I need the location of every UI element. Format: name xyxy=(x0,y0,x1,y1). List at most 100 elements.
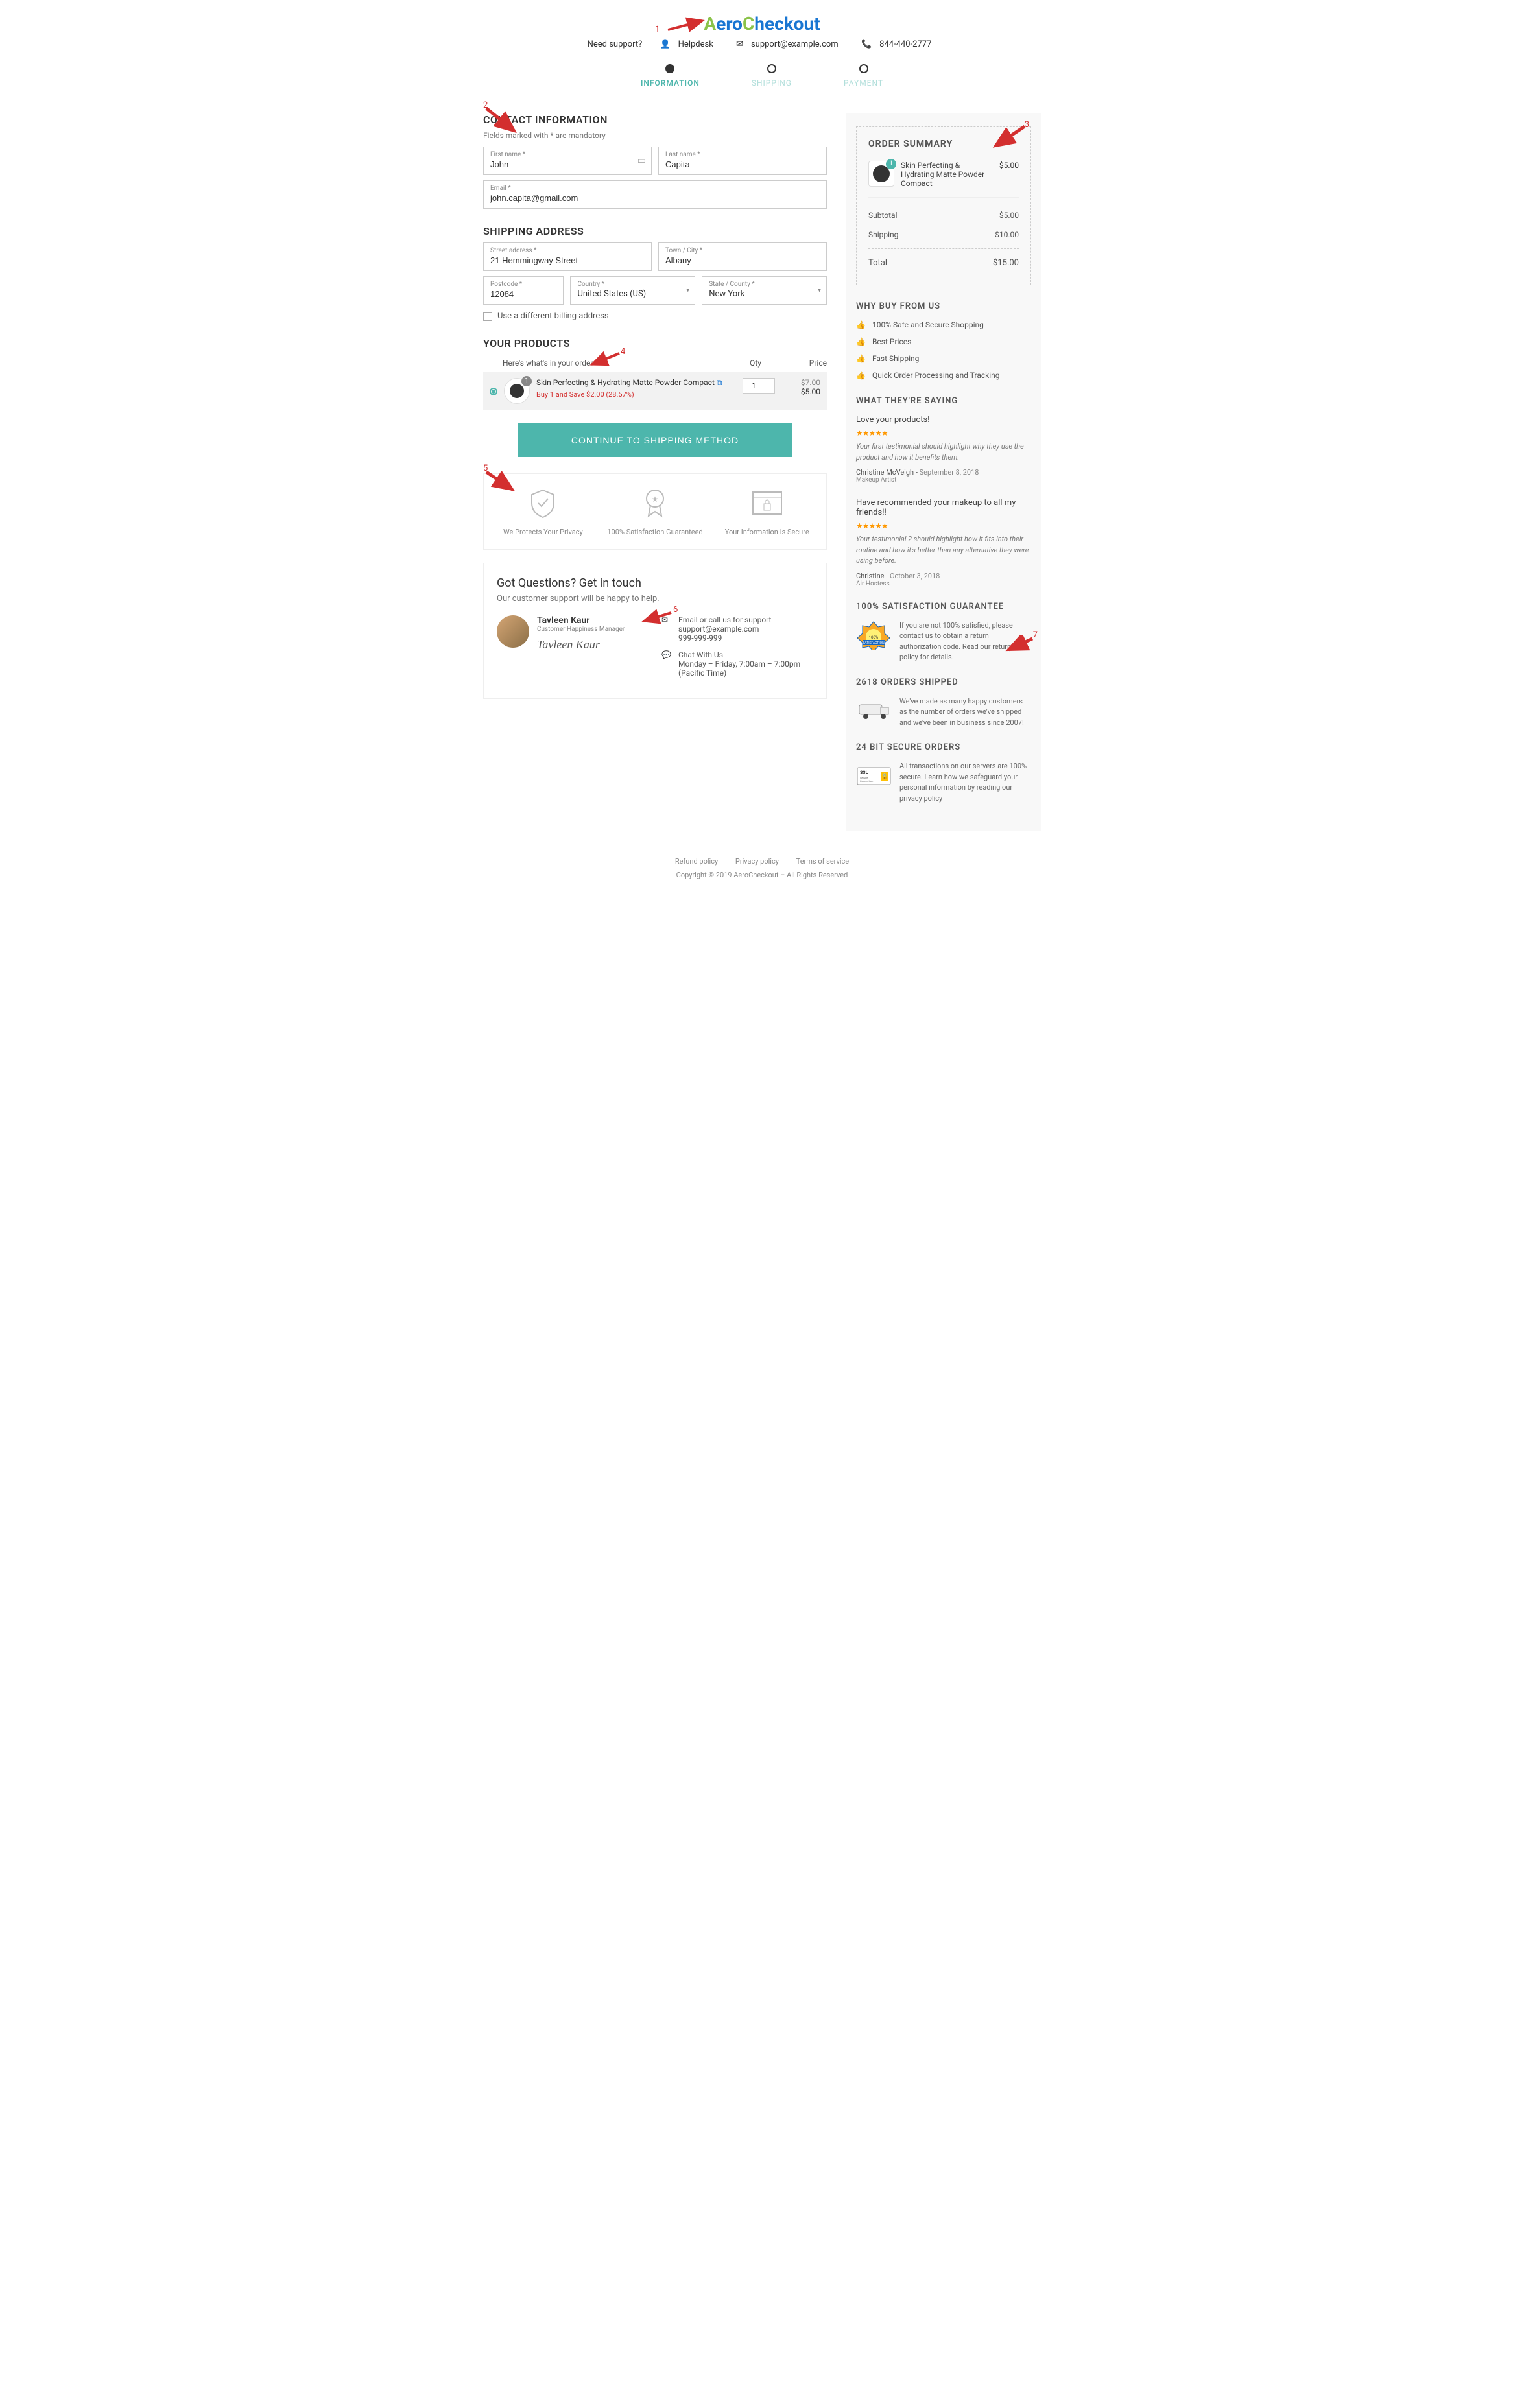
first-name-input[interactable] xyxy=(490,158,645,171)
support-email-link[interactable]: ✉support@example.com xyxy=(731,40,844,49)
qty-input[interactable] xyxy=(743,378,775,394)
header: AeroCheckout Need support? 👤Helpdesk ✉su… xyxy=(483,13,1041,49)
summary-badge: 1 xyxy=(886,159,896,169)
footer-link-refund[interactable]: Refund policy xyxy=(675,857,718,866)
subtotal-value: $5.00 xyxy=(999,211,1019,220)
signature: Tavleen Kaur xyxy=(537,638,625,652)
contact-box-sub: Our customer support will be happy to he… xyxy=(497,594,813,604)
contact-email[interactable]: support@example.com xyxy=(678,624,771,633)
total-label: Total xyxy=(868,258,887,268)
shield-icon xyxy=(527,487,559,519)
footer: Refund policy Privacy policy Terms of se… xyxy=(483,857,1041,879)
step-information[interactable]: INFORMATION xyxy=(641,64,700,88)
satisfaction-badge-icon: 100%SATISFACTION xyxy=(856,620,892,650)
contact-phone[interactable]: 999-999-999 xyxy=(678,633,771,643)
product-name: Skin Perfecting & Hydrating Matte Powder… xyxy=(536,378,715,387)
subtotal-label: Subtotal xyxy=(868,211,898,220)
shipping-section: SHIPPING ADDRESS Street address * Town /… xyxy=(483,225,827,321)
shipping-label: Shipping xyxy=(868,230,898,239)
street-input[interactable] xyxy=(490,254,645,266)
first-name-field[interactable]: First name * ▭ xyxy=(483,147,652,175)
email-input[interactable] xyxy=(490,192,820,204)
thumb-icon: 👍 xyxy=(856,320,866,329)
progress-bar: INFORMATION SHIPPING PAYMENT xyxy=(483,69,1041,88)
external-link-icon[interactable]: ⧉ xyxy=(717,378,722,387)
product-badge: 1 xyxy=(521,376,532,386)
footer-link-privacy[interactable]: Privacy policy xyxy=(735,857,779,866)
person-role: Customer Happiness Manager xyxy=(537,626,625,633)
contact-section: CONTACT INFORMATION Fields marked with *… xyxy=(483,113,827,209)
testimonial: Love your products! ★★★★★ Your first tes… xyxy=(856,415,1031,484)
shipping-title: SHIPPING ADDRESS xyxy=(483,225,827,237)
products-section: YOUR PRODUCTS Here's what's in your orde… xyxy=(483,337,827,457)
contact-box: Got Questions? Get in touch Our customer… xyxy=(483,563,827,699)
svg-text:🔒: 🔒 xyxy=(881,773,888,779)
thumb-icon: 👍 xyxy=(856,371,866,380)
testimonials-title: WHAT THEY'RE SAYING xyxy=(856,396,1031,406)
last-name-input[interactable] xyxy=(665,158,820,171)
testimonial: Have recommended your makeup to all my f… xyxy=(856,498,1031,587)
city-field[interactable]: Town / City * xyxy=(658,242,827,271)
thumb-icon: 👍 xyxy=(856,337,866,346)
state-select[interactable]: New York xyxy=(709,288,820,300)
summary-product-image: 1 xyxy=(868,161,894,187)
checkbox-icon xyxy=(483,312,492,321)
contact-title: CONTACT INFORMATION xyxy=(483,113,827,126)
person-name: Tavleen Kaur xyxy=(537,615,625,626)
feature-item: 👍Quick Order Processing and Tracking xyxy=(856,371,1031,380)
annotation-2: 2 xyxy=(483,100,488,110)
thumb-icon: 👍 xyxy=(856,354,866,363)
country-field[interactable]: Country *United States (US) xyxy=(570,276,695,305)
star-rating: ★★★★★ xyxy=(856,521,1031,530)
user-icon: 👤 xyxy=(660,40,670,49)
feature-item: 👍Fast Shipping xyxy=(856,354,1031,363)
mail-icon: ✉ xyxy=(736,40,743,49)
chat-icon: 💬 xyxy=(661,650,672,678)
svg-text:Connection: Connection xyxy=(860,779,873,783)
price-old: $7.00 xyxy=(781,378,820,387)
annotation-5: 5 xyxy=(483,464,488,473)
country-select[interactable]: United States (US) xyxy=(577,288,688,300)
email-field[interactable]: Email * xyxy=(483,180,827,209)
price-header: Price xyxy=(781,359,827,368)
svg-text:SATISFACTION: SATISFACTION xyxy=(863,641,885,645)
state-field[interactable]: State / County *New York xyxy=(702,276,827,305)
helpdesk-link[interactable]: 👤Helpdesk xyxy=(654,40,718,49)
svg-text:100%: 100% xyxy=(869,635,879,640)
qty-header: Qty xyxy=(730,359,781,368)
products-title: YOUR PRODUCTS xyxy=(483,337,827,349)
summary-product-name: Skin Perfecting & Hydrating Matte Powder… xyxy=(901,161,993,188)
continue-button[interactable]: CONTINUE TO SHIPPING METHOD xyxy=(518,423,792,457)
mandatory-hint: Fields marked with * are mandatory xyxy=(483,131,827,140)
postcode-field[interactable]: Postcode * xyxy=(483,276,564,305)
svg-text:★: ★ xyxy=(652,495,659,504)
street-field[interactable]: Street address * xyxy=(483,242,652,271)
feature-item: 👍Best Prices xyxy=(856,337,1031,346)
star-rating: ★★★★★ xyxy=(856,429,1031,438)
product-image: 1 xyxy=(504,378,530,404)
footer-link-terms[interactable]: Terms of service xyxy=(796,857,849,866)
guarantee-shipped: 2618 ORDERS SHIPPED We've made as many h… xyxy=(856,678,1031,729)
support-line: Need support? 👤Helpdesk ✉support@example… xyxy=(483,40,1041,49)
why-buy-title: WHY BUY FROM US xyxy=(856,301,1031,311)
ribbon-icon: ★ xyxy=(639,487,671,519)
annotation-7: 7 xyxy=(1033,630,1038,640)
city-input[interactable] xyxy=(665,254,820,266)
product-radio[interactable] xyxy=(490,388,497,395)
why-buy-section: WHY BUY FROM US 👍100% Safe and Secure Sh… xyxy=(856,301,1031,380)
contact-method-chat: 💬 Chat With UsMonday – Friday, 7:00am – … xyxy=(661,650,813,678)
trust-secure: Your Information Is Secure xyxy=(714,487,820,536)
product-row: 1 Skin Perfecting & Hydrating Matte Powd… xyxy=(483,372,827,410)
support-phone-link[interactable]: 📞844-440-2777 xyxy=(856,40,936,49)
support-label: Need support? xyxy=(588,40,643,49)
step-shipping[interactable]: SHIPPING xyxy=(752,64,792,88)
browser-lock-icon xyxy=(748,487,787,519)
postcode-input[interactable] xyxy=(490,288,556,300)
summary-product-price: $5.00 xyxy=(999,161,1019,188)
step-payment[interactable]: PAYMENT xyxy=(844,64,883,88)
copyright: Copyright © 2019 AeroCheckout – All Righ… xyxy=(483,871,1041,879)
last-name-field[interactable]: Last name * xyxy=(658,147,827,175)
contact-box-title: Got Questions? Get in touch xyxy=(497,576,813,590)
diff-billing-checkbox[interactable]: Use a different billing address xyxy=(483,311,827,321)
avatar xyxy=(497,615,529,648)
